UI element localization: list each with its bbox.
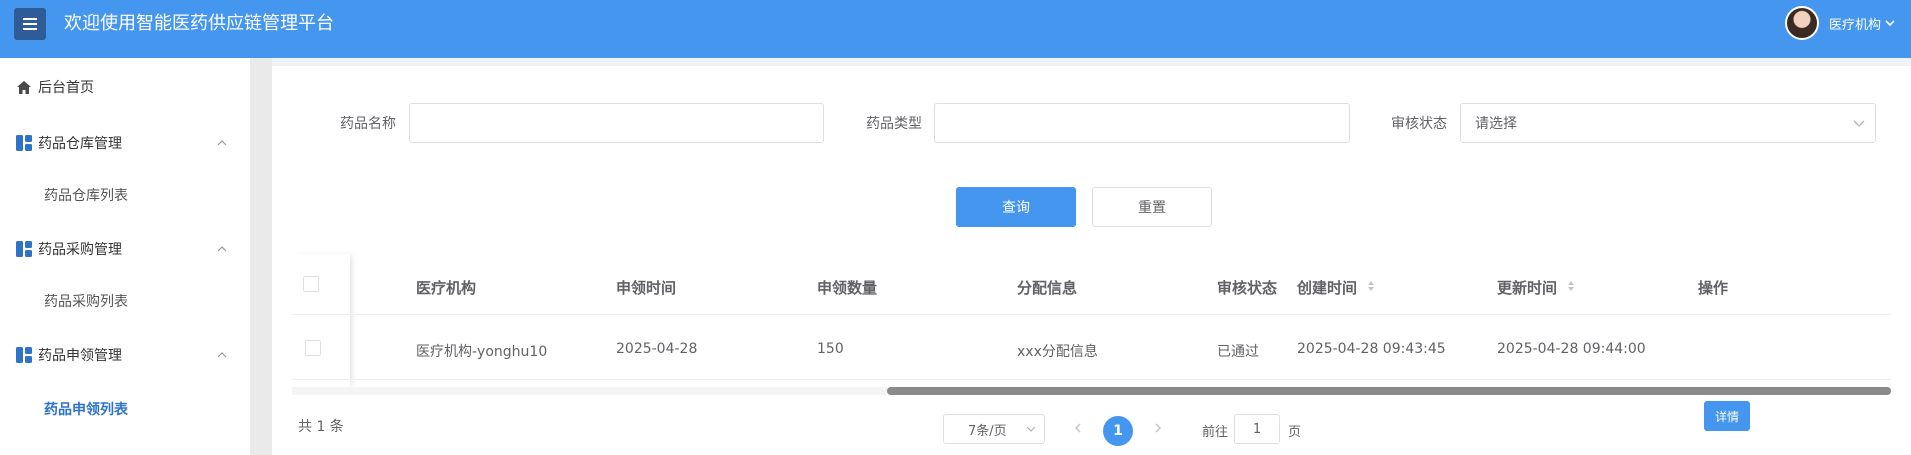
- avatar[interactable]: [1784, 6, 1819, 40]
- grid-icon: [16, 241, 32, 257]
- row-divider: [292, 379, 1891, 380]
- total-count: 共 1 条: [298, 419, 344, 435]
- cell-status: 已通过: [1217, 344, 1259, 360]
- page-size-select[interactable]: 7条/页: [943, 414, 1045, 444]
- app-title: 欢迎使用智能医药供应链管理平台: [64, 13, 334, 34]
- chevron-down-icon: [1885, 20, 1895, 27]
- cell-allocation: xxx分配信息: [1017, 344, 1098, 360]
- home-icon: [16, 79, 32, 95]
- scrollbar-thumb[interactable]: [887, 387, 1891, 395]
- menu-toggle-button[interactable]: [14, 8, 46, 40]
- cell-institution: 医疗机构-yonghu10: [416, 344, 548, 360]
- goto-prefix: 前往: [1202, 425, 1229, 440]
- hamburger-icon: [23, 18, 37, 30]
- col-header-allocation: 分配信息: [1017, 279, 1078, 297]
- sidebar-group-apply[interactable]: 药品申领管理: [0, 330, 250, 380]
- sidebar-group-label: 药品仓库管理: [38, 136, 122, 152]
- col-header-quantity: 申领数量: [817, 279, 878, 297]
- cell-apply-date: 2025-04-28: [616, 341, 698, 357]
- sidebar-group-purchase[interactable]: 药品采购管理: [0, 224, 250, 274]
- sidebar-item-label: 药品仓库列表: [44, 188, 128, 204]
- user-menu[interactable]: 医疗机构: [1784, 6, 1895, 40]
- sort-icon[interactable]: [1566, 279, 1576, 293]
- audit-status-select[interactable]: 请选择: [1460, 103, 1876, 143]
- cell-quantity: 150: [817, 341, 844, 357]
- row-divider: [292, 314, 1891, 315]
- select-all-checkbox[interactable]: [303, 276, 319, 292]
- main-panel: 药品名称 药品类型 审核状态 请选择 查询 重置 医疗机构 申领时间 申领数量 …: [272, 66, 1911, 455]
- chevron-down-icon: [1026, 426, 1036, 432]
- detail-button[interactable]: 详情: [1704, 401, 1750, 431]
- sidebar-item-label: 后台首页: [38, 80, 94, 96]
- reset-button[interactable]: 重置: [1092, 187, 1212, 227]
- grid-icon: [16, 347, 32, 363]
- goto-page-input[interactable]: [1234, 414, 1280, 444]
- sidebar-item-label: 药品申领列表: [44, 402, 128, 418]
- sidebar-item-warehouse-list[interactable]: 药品仓库列表: [0, 170, 250, 220]
- row-checkbox[interactable]: [305, 340, 321, 356]
- cell-updated: 2025-04-28 09:44:00: [1497, 341, 1646, 357]
- chevron-down-icon: [1853, 120, 1865, 127]
- goto-suffix: 页: [1288, 425, 1302, 440]
- col-header-created[interactable]: 创建时间: [1297, 277, 1357, 298]
- sidebar-group-label: 药品申领管理: [38, 348, 122, 364]
- sidebar: 后台首页 药品仓库管理 药品仓库列表 药品采购管理 药品采购列表 药品申领管理 …: [0, 58, 250, 455]
- sidebar-group-label: 药品采购管理: [38, 242, 122, 258]
- audit-status-value: 请选择: [1475, 116, 1517, 132]
- sort-icon[interactable]: [1366, 279, 1376, 293]
- col-header-institution: 医疗机构: [416, 279, 477, 297]
- drug-name-input[interactable]: [409, 103, 824, 143]
- chevron-up-icon: [217, 246, 227, 252]
- cell-created: 2025-04-28 09:43:45: [1297, 341, 1446, 357]
- drug-name-label: 药品名称: [340, 116, 396, 132]
- prev-page-icon[interactable]: [1073, 422, 1083, 434]
- sidebar-item-purchase-list[interactable]: 药品采购列表: [0, 276, 250, 326]
- drug-type-input[interactable]: [934, 103, 1350, 143]
- chevron-up-icon: [217, 140, 227, 146]
- data-table: 医疗机构 申领时间 申领数量 分配信息 审核状态 创建时间 更新时间 操作 医疗…: [292, 254, 1891, 431]
- sidebar-gutter: [250, 58, 272, 455]
- horizontal-scrollbar[interactable]: [292, 387, 1891, 395]
- sidebar-item-label: 药品采购列表: [44, 294, 128, 310]
- drug-type-label: 药品类型: [866, 116, 922, 132]
- audit-status-label: 审核状态: [1391, 116, 1447, 132]
- sidebar-group-warehouse[interactable]: 药品仓库管理: [0, 118, 250, 168]
- sidebar-item-home[interactable]: 后台首页: [0, 62, 250, 112]
- top-header: 欢迎使用智能医药供应链管理平台 医疗机构: [0, 0, 1911, 58]
- col-header-action: 操作: [1698, 279, 1729, 297]
- fixed-column: [292, 254, 350, 387]
- chevron-up-icon: [217, 352, 227, 358]
- col-header-status: 审核状态: [1217, 279, 1278, 297]
- col-header-updated[interactable]: 更新时间: [1497, 277, 1557, 298]
- user-name-dropdown[interactable]: 医疗机构: [1829, 14, 1895, 33]
- search-button[interactable]: 查询: [956, 187, 1076, 227]
- next-page-icon[interactable]: [1153, 422, 1163, 434]
- page-number-current[interactable]: 1: [1103, 416, 1133, 446]
- page-size-value: 7条/页: [968, 423, 1007, 439]
- col-header-apply-date: 申领时间: [616, 279, 677, 297]
- sidebar-item-apply-list[interactable]: 药品申领列表: [0, 384, 250, 434]
- user-name: 医疗机构: [1828, 17, 1881, 33]
- grid-icon: [16, 135, 32, 151]
